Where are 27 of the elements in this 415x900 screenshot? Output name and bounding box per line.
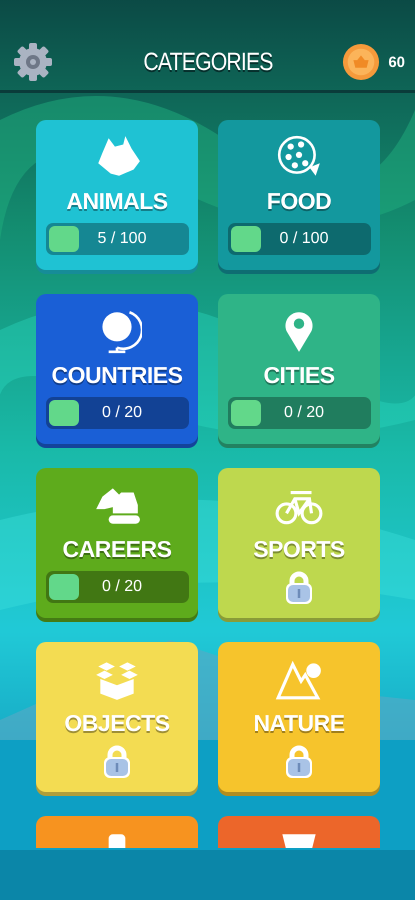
category-title: FOOD (266, 188, 332, 215)
progress-square-icon (48, 400, 78, 426)
category-title: ANIMALS (66, 188, 168, 215)
settings-icon[interactable] (13, 42, 53, 82)
category-title: CAREERS (62, 536, 172, 563)
category-card[interactable]: CITIES 0 / 20 (218, 294, 380, 444)
progress-count: 5 / 100 (96, 230, 148, 248)
progress-count: 0 / 100 (278, 230, 330, 248)
category-card[interactable]: CAREERS 0 / 20 (36, 468, 198, 618)
progress-count: 0 / 20 (282, 404, 326, 422)
progress-count: 0 / 20 (100, 578, 144, 596)
screen-title: CATEGORIES (142, 48, 272, 77)
category-card[interactable]: FOOD 0 / 100 (218, 120, 380, 270)
progress-square-icon (230, 400, 260, 426)
category-card[interactable]: COUNTRIES 0 / 20 (36, 294, 198, 444)
category-title: CITIES (263, 362, 335, 389)
category-card[interactable]: ANIMALS 5 / 100 (36, 120, 198, 270)
progress-square-icon (48, 574, 78, 600)
coin-icon (342, 43, 380, 81)
progress-square-icon (48, 226, 78, 252)
coin-count: 60 (388, 54, 405, 70)
category-title: SPORTS (253, 536, 345, 563)
progress-count: 0 / 20 (100, 404, 144, 422)
category-title: COUNTRIES (52, 362, 182, 389)
category-title: OBJECTS (64, 710, 170, 737)
category-title: NATURE (253, 710, 345, 737)
progress-square-icon (230, 226, 260, 252)
